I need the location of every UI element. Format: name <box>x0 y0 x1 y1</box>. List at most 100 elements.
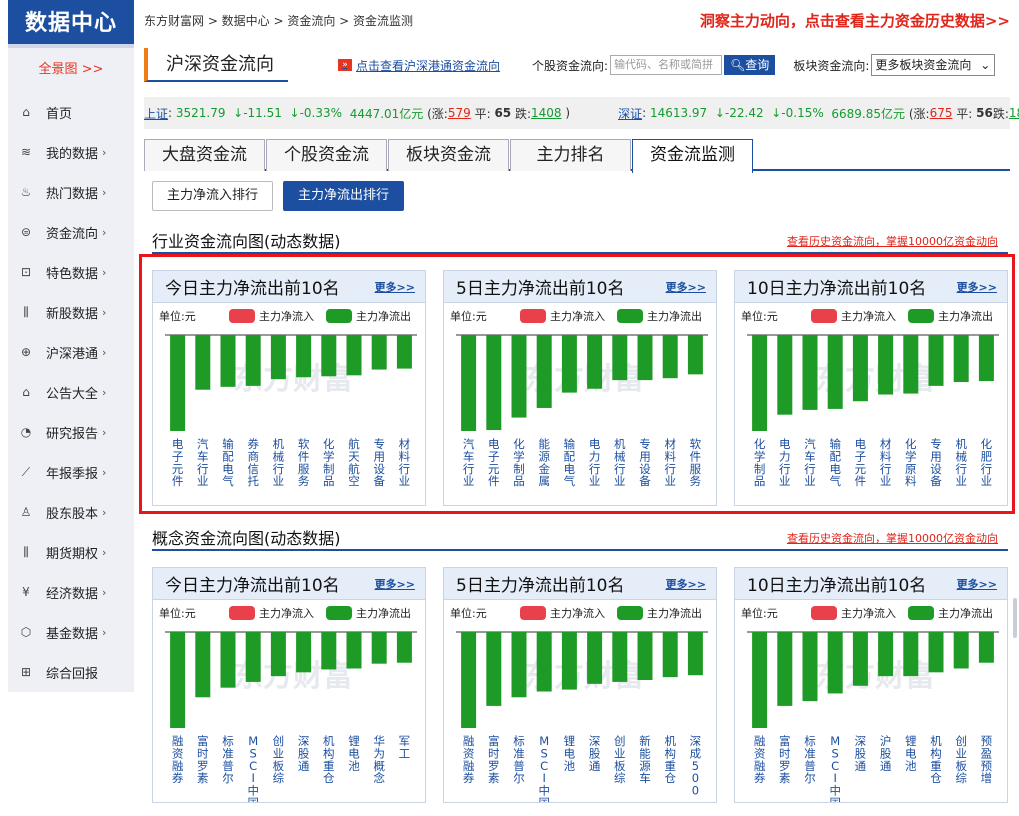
bar[interactable] <box>903 632 919 677</box>
bar[interactable] <box>321 335 337 377</box>
more-link[interactable]: 更多>> <box>375 576 415 592</box>
bar[interactable] <box>612 632 628 682</box>
bar[interactable] <box>777 335 793 415</box>
sidebar-item[interactable]: ⊕ 沪深港通 › <box>8 332 134 372</box>
bar[interactable] <box>587 335 603 389</box>
bar[interactable] <box>852 632 868 686</box>
bar[interactable] <box>852 335 868 402</box>
more-link[interactable]: 更多>> <box>375 279 415 295</box>
sidebar-item[interactable]: ⟋ 年报季报 › <box>8 452 134 492</box>
bar[interactable] <box>296 335 312 378</box>
sidebar-item[interactable]: ¥ 经济数据 › <box>8 572 134 612</box>
bar[interactable] <box>321 632 337 670</box>
overview-link[interactable]: 全景图 >> <box>8 48 134 92</box>
bar[interactable] <box>346 632 362 669</box>
bar[interactable] <box>827 632 843 694</box>
bar[interactable] <box>220 632 236 688</box>
data-center-logo[interactable]: 数据中心 <box>8 0 134 48</box>
bar[interactable] <box>270 632 286 677</box>
promo-link[interactable]: 洞察主力动向，点击查看主力资金历史数据>> <box>700 10 1010 31</box>
bar[interactable] <box>461 632 477 728</box>
bar[interactable] <box>195 335 211 390</box>
bar[interactable] <box>978 335 994 382</box>
sidebar-item[interactable]: ◔ 研究报告 › <box>8 412 134 452</box>
sidebar-item[interactable]: ⬡ 基金数据 › <box>8 612 134 652</box>
sz-down-count[interactable]: 1844 <box>1009 106 1019 120</box>
sh-index-link[interactable]: 上证 <box>144 105 168 122</box>
bar[interactable] <box>637 335 653 381</box>
bar[interactable] <box>511 632 527 698</box>
bar[interactable] <box>371 632 387 664</box>
bar[interactable] <box>827 335 843 409</box>
tab-main-ranking[interactable]: 主力排名 <box>510 139 631 171</box>
bar[interactable] <box>612 335 628 381</box>
bar[interactable] <box>928 632 944 673</box>
bar[interactable] <box>245 335 261 386</box>
bar[interactable] <box>536 335 552 408</box>
bar[interactable] <box>878 335 894 395</box>
sz-index-link[interactable]: 深证 <box>618 105 642 122</box>
sidebar-item[interactable]: ⫼ 期货期权 › <box>8 532 134 572</box>
net-outflow-rank-button[interactable]: 主力净流出排行 <box>283 181 405 211</box>
sidebar-item[interactable]: ⊡ 特色数据 › <box>8 252 134 292</box>
bar[interactable] <box>802 335 818 410</box>
tab-sector-flow[interactable]: 板块资金流 <box>388 139 509 171</box>
bar[interactable] <box>195 632 211 698</box>
bar[interactable] <box>396 632 412 663</box>
more-link[interactable]: 更多>> <box>666 576 706 592</box>
bar[interactable] <box>587 632 603 684</box>
sidebar-item[interactable]: ⌂ 公告大全 › <box>8 372 134 412</box>
bar[interactable] <box>953 335 969 383</box>
sz-up-count[interactable]: 675 <box>930 106 953 120</box>
bar[interactable] <box>561 632 577 690</box>
breadcrumb[interactable]: 东方财富网 > 数据中心 > 资金流向 > 资金流监测 <box>144 12 413 29</box>
bar[interactable] <box>561 335 577 393</box>
more-link[interactable]: 更多>> <box>957 576 997 592</box>
bar[interactable] <box>245 632 261 682</box>
bar[interactable] <box>687 335 703 375</box>
bar[interactable] <box>346 335 362 376</box>
bar[interactable] <box>170 335 186 431</box>
bar[interactable] <box>978 632 994 663</box>
bar[interactable] <box>270 335 286 380</box>
net-inflow-rank-button[interactable]: 主力净流入排行 <box>152 181 274 211</box>
search-button[interactable]: 🔍︎查询 <box>724 55 776 75</box>
bar[interactable] <box>486 632 502 706</box>
bar[interactable] <box>536 632 552 692</box>
sidebar-item[interactable]: ♙ 股东股本 › <box>8 492 134 532</box>
sh-up-count[interactable]: 579 <box>448 106 471 120</box>
bar[interactable] <box>687 632 703 676</box>
tab-stock-flow[interactable]: 个股资金流 <box>266 139 387 171</box>
sidebar-item[interactable]: ≋ 我的数据 › <box>8 132 134 172</box>
more-link[interactable]: 更多>> <box>957 279 997 295</box>
bar[interactable] <box>486 335 502 431</box>
bar[interactable] <box>903 335 919 394</box>
sidebar-item[interactable]: ⌂ 首页 <box>8 92 134 132</box>
bar[interactable] <box>220 335 236 387</box>
more-link[interactable]: 更多>> <box>666 279 706 295</box>
bar[interactable] <box>170 632 186 728</box>
bar[interactable] <box>953 632 969 669</box>
bar[interactable] <box>662 335 678 379</box>
bar[interactable] <box>371 335 387 370</box>
stock-search-input[interactable]: 输代码、名称或简拼 <box>610 55 723 75</box>
bar[interactable] <box>511 335 527 418</box>
industry-history-link[interactable]: 查看历史资金流向，掌握10000亿资金动向 <box>787 233 998 249</box>
bar[interactable] <box>662 632 678 678</box>
bar[interactable] <box>637 632 653 680</box>
sidebar-item[interactable]: ♨ 热门数据 › <box>8 172 134 212</box>
sidebar-item[interactable]: ⊜ 资金流向 › <box>8 212 134 252</box>
bar[interactable] <box>928 335 944 386</box>
bar[interactable] <box>461 335 477 431</box>
bar[interactable] <box>752 335 768 431</box>
tab-market-flow[interactable]: 大盘资金流 <box>144 139 265 171</box>
tab-flow-monitor[interactable]: 资金流监测 <box>632 139 753 173</box>
bar[interactable] <box>396 335 412 369</box>
bar[interactable] <box>752 632 768 728</box>
sh-down-count[interactable]: 1408 <box>531 106 562 120</box>
bar[interactable] <box>777 632 793 706</box>
hk-flow-link[interactable]: » 点击查看沪深港通资金流向 <box>338 57 500 74</box>
bar[interactable] <box>878 632 894 677</box>
sector-select[interactable]: 更多板块资金流向 ⌄ <box>871 54 996 76</box>
sidebar-item[interactable]: ⫼ 新股数据 › <box>8 292 134 332</box>
